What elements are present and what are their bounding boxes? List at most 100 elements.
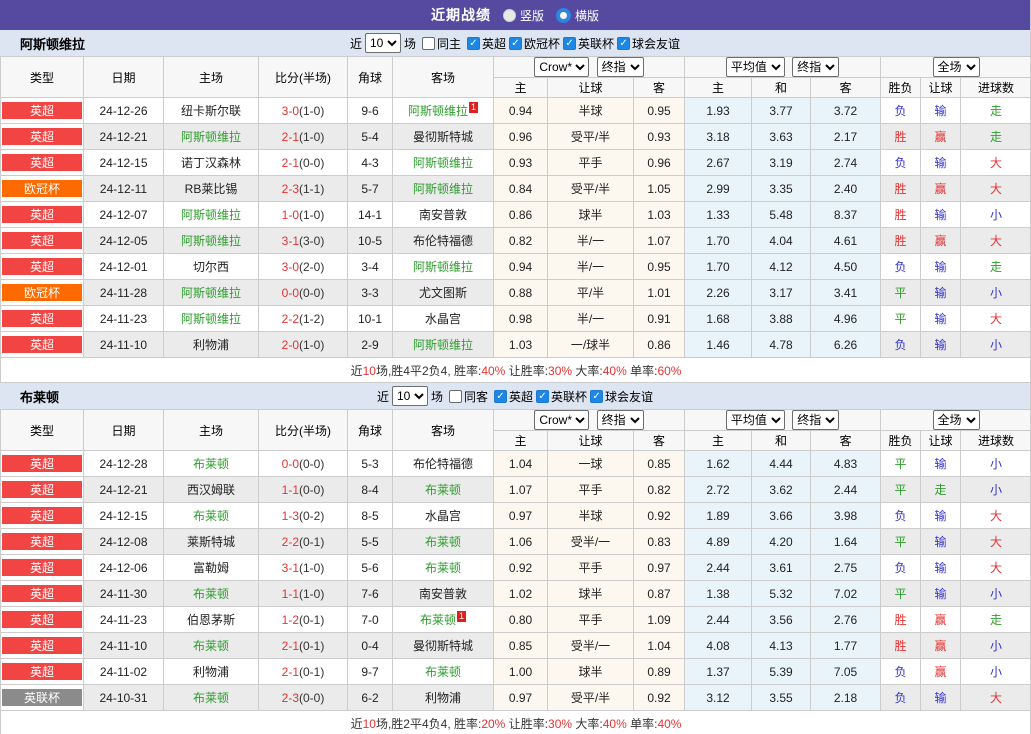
team-label: 布莱顿 (424, 483, 461, 497)
layout-horizontal-option[interactable]: 横版 (556, 7, 599, 24)
fulltime-score: 3-1 (281, 233, 299, 248)
fulltime-select[interactable]: 全场 (932, 57, 980, 77)
corner-cell: 5-5 (347, 528, 393, 555)
avg-odds-cell: 2.44 (684, 554, 753, 581)
result-cell: 胜 (880, 201, 922, 228)
league-type-cell: 英联杯 (0, 684, 84, 711)
league-type-cell: 英超 (0, 149, 84, 176)
date-cell: 24-11-10 (83, 632, 164, 659)
date-cell: 24-12-21 (83, 476, 164, 503)
checkbox-unchecked-icon[interactable] (421, 36, 435, 50)
team-label: 布莱顿 (192, 691, 229, 705)
match-row: 欧冠杯 24-12-11 RB莱比锡 2-3(1-1) 5-7 阿斯顿维拉 0.84 受平/半… (0, 175, 1030, 202)
league-filter[interactable]: ✓ 英联杯 (563, 35, 614, 52)
league-type-cell: 英超 (0, 227, 84, 254)
layout-vertical-option[interactable]: 竖版 (502, 7, 544, 24)
score-cell: 2-2(0-1) (258, 528, 348, 555)
result-cell: 平 (880, 528, 922, 555)
corner-cell: 6-2 (347, 684, 393, 711)
checkbox-checked-icon[interactable]: ✓ (494, 389, 507, 403)
result-cell: 输 (920, 331, 962, 358)
checkbox-checked-icon[interactable]: ✓ (590, 389, 604, 403)
away-team-cell: 阿斯顿维拉 (392, 253, 494, 280)
checkbox-checked-icon[interactable]: ✓ (509, 36, 522, 50)
match-count-select[interactable]: 10 (391, 386, 428, 406)
bookmaker-select[interactable]: Crow* (534, 410, 590, 430)
match-row: 英超 24-12-06 富勒姆 3-1(1-0) 5-6 布莱顿 0.92 平手 0.97 2.4… (0, 554, 1030, 581)
avg-odds-cell: 1.64 (810, 528, 882, 555)
same-venue-filter[interactable]: 同客 (448, 388, 488, 405)
halftime-score: (0-0) (299, 456, 325, 471)
team-label: 布莱顿 (192, 639, 229, 653)
summary-segment: 大率: (572, 716, 603, 731)
avg-odds-cell: 4.08 (684, 632, 753, 659)
team-label: 布伦特福德 (412, 234, 473, 248)
avg-group-header: 平均值 终指 (684, 409, 882, 431)
halftime-score: (1-0) (299, 207, 325, 222)
team-name: 布莱顿 (20, 389, 60, 405)
league-badge: 英超 (2, 611, 82, 628)
result-cell: 大 (960, 175, 1030, 202)
fulltime-select[interactable]: 全场 (932, 410, 980, 430)
checkbox-checked-icon[interactable]: ✓ (617, 36, 631, 50)
result-cell: 大 (960, 149, 1030, 176)
away-team-cell: 阿斯顿维拉 (392, 149, 494, 176)
team-label: 伯恩茅斯 (186, 613, 235, 627)
checkbox-unchecked-icon[interactable] (448, 389, 462, 403)
avg-odds-cell: 1.70 (684, 253, 753, 280)
avg-stage-select[interactable]: 终指 (792, 57, 840, 77)
bookmaker-select[interactable]: Crow* (534, 57, 590, 77)
average-select[interactable]: 平均值 (725, 410, 785, 430)
score-cell: 3-0(2-0) (258, 253, 348, 280)
league-filter[interactable]: ✓ 欧冠杯 (509, 35, 560, 52)
avg-odds-cell: 2.99 (684, 175, 753, 202)
home-team-cell: 西汉姆联 (163, 476, 259, 503)
league-filter[interactable]: ✓ 英超 (494, 388, 533, 405)
team-label: 纽卡斯尔联 (180, 104, 241, 118)
league-filter[interactable]: ✓ 英联杯 (536, 388, 587, 405)
average-select[interactable]: 平均值 (725, 57, 785, 77)
avg-stage-select[interactable]: 终指 (792, 410, 840, 430)
match-row: 英超 24-12-05 阿斯顿维拉 3-1(3-0) 10-5 布伦特福德 0.82 半/一 1… (0, 227, 1030, 254)
radio-unchecked-icon[interactable] (502, 8, 516, 22)
fulltime-score: 2-3 (281, 690, 299, 705)
match-count-select[interactable]: 10 (364, 33, 401, 53)
same-venue-filter[interactable]: 同主 (421, 35, 461, 52)
match-row: 英联杯 24-10-31 布莱顿 2-3(0-0) 6-2 利物浦 0.97 受平/半 0.92… (0, 684, 1030, 711)
halftime-score: (1-0) (299, 560, 325, 575)
result-cell: 赢 (920, 658, 962, 685)
league-type-cell: 英超 (0, 476, 84, 503)
league-type-cell: 英超 (0, 123, 84, 150)
home-team-cell: 布莱顿 (163, 632, 259, 659)
league-badge: 英超 (2, 258, 82, 275)
match-row: 英超 24-11-23 伯恩茅斯 1-2(0-1) 7-0 布莱顿 1 0.80 平手 1.09 2… (0, 606, 1030, 633)
odds-stage-select[interactable]: 终指 (596, 57, 644, 77)
league-filter[interactable]: ✓ 球会友谊 (590, 388, 653, 405)
halftime-score: (1-0) (299, 337, 325, 352)
checkbox-checked-icon[interactable]: ✓ (466, 36, 480, 50)
checkbox-checked-icon[interactable]: ✓ (563, 36, 577, 50)
halftime-score: (0-1) (299, 534, 325, 549)
corner-cell: 4-3 (347, 149, 393, 176)
league-filter[interactable]: ✓ 球会友谊 (617, 35, 680, 52)
fulltime-score: 2-1 (281, 638, 299, 653)
checkbox-checked-icon[interactable]: ✓ (536, 389, 550, 403)
score-cell: 2-1(0-1) (258, 658, 348, 685)
corner-cell: 14-1 (347, 201, 393, 228)
team-label: 切尔西 (192, 260, 229, 274)
avg-odds-cell: 1.77 (810, 632, 882, 659)
league-filter[interactable]: ✓ 英超 (466, 35, 506, 52)
odds-stage-select[interactable]: 终指 (596, 410, 644, 430)
avg-odds-cell: 1.68 (684, 305, 753, 332)
league-label: 球会友谊 (605, 389, 654, 404)
subcol-avg-home: 主 (684, 430, 753, 451)
crow-odds-cell: 0.92 (493, 554, 548, 581)
result-cell: 赢 (920, 175, 962, 202)
result-cell: 输 (920, 684, 962, 711)
crow-odds-cell: 0.98 (493, 305, 548, 332)
crow-odds-cell: 1.03 (493, 331, 548, 358)
radio-checked-icon[interactable] (556, 7, 571, 23)
result-cell: 平 (880, 580, 922, 607)
fulltime-score: 0-0 (281, 285, 299, 300)
home-team-cell: 富勒姆 (163, 554, 259, 581)
